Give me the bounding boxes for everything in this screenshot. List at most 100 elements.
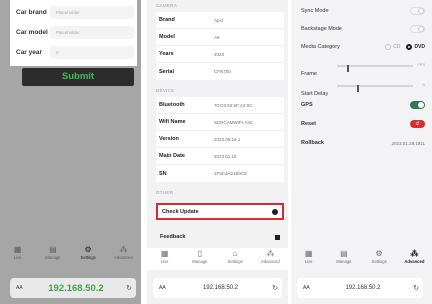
chevron-right-icon — [272, 208, 278, 215]
info-value: A9 — [214, 34, 220, 40]
tab-live[interactable]: ▦ Live — [292, 248, 326, 265]
start-delay-row: Start Delay S — [301, 82, 425, 97]
tab-bar: ▦ Live ▯ Manage ⌂ Settings ⁂ Advanced — [147, 248, 288, 270]
info-row: Model A9 — [156, 29, 284, 46]
address-bar[interactable]: AA 192.168.50.2 ↻ — [297, 278, 423, 298]
slider-handle[interactable] — [347, 65, 349, 72]
address-bar[interactable]: AA 192.168.50.2 ↻ — [153, 278, 282, 298]
tab-live[interactable]: ▦ Live — [1, 244, 35, 261]
tab-settings[interactable]: ⚙ Settings — [362, 248, 396, 265]
start-delay-unit: S — [422, 82, 425, 87]
tab-manage[interactable]: ▤ Manage — [327, 248, 361, 265]
info-value: 70:D3:92:6F:A4:0C — [214, 102, 253, 108]
address-text: 192.168.50.2 — [345, 285, 381, 291]
car-brand-label: Car brand — [16, 9, 47, 16]
arrow-right-icon — [275, 234, 280, 240]
car-brand-input[interactable]: Placeholder — [50, 6, 134, 19]
info-value: 1F9C4A21B0C8 — [214, 171, 247, 176]
info-key: Brand — [159, 17, 175, 23]
manage-icon: ▤ — [340, 249, 348, 258]
frame-row: Frame FPS — [301, 62, 425, 77]
info-value: Apxl — [214, 17, 223, 23]
live-icon: ▦ — [304, 249, 313, 258]
tab-advanced[interactable]: ⁂ Advanced — [253, 248, 287, 265]
address-text: 192.168.50.2 — [202, 285, 239, 291]
gps-toggle[interactable] — [410, 101, 425, 109]
tab-manage-label: Manage — [192, 259, 208, 264]
radio-circle-icon — [385, 44, 392, 50]
live-icon: ▦ — [160, 249, 169, 258]
tab-bar: ▦ Live ▤ Manage ⚙ Settings ⁂ Advanced — [0, 244, 141, 270]
feedback-button[interactable]: Feedback — [156, 230, 284, 244]
reload-icon[interactable]: ↻ — [409, 284, 423, 292]
tab-manage[interactable]: ▯ Manage — [183, 248, 217, 265]
reload-icon[interactable]: ↻ — [268, 284, 282, 292]
media-category-row: Media Category CD DVD — [301, 40, 425, 54]
reload-icon[interactable]: ↻ — [122, 284, 136, 292]
text-size-button[interactable]: AA — [10, 285, 30, 291]
tab-settings-label: Settings — [80, 255, 96, 260]
info-key: SN — [159, 170, 167, 177]
backstage-mode-label: Backstage Mode — [301, 26, 342, 32]
frame-unit: FPS — [417, 62, 425, 67]
car-brand-row: Car brand Placeholder — [16, 5, 134, 20]
tab-manage-label: Manage — [336, 259, 352, 264]
address-bar[interactable]: AA 192.168.50.2 ↻ — [10, 278, 136, 298]
info-value: CFN700 — [214, 69, 231, 74]
tab-live[interactable]: ▦ Live — [148, 248, 182, 265]
gps-row: GPS — [301, 98, 425, 112]
car-model-input[interactable]: Placeholder — [50, 26, 134, 39]
car-year-row: Car year 0 — [16, 45, 134, 60]
tab-live-label: Live — [13, 255, 22, 260]
rollback-row: Rollback 2023.01.28.1811 — [301, 136, 425, 150]
tab-advanced-label: Advanced — [404, 259, 425, 264]
info-row: SN 1F9C4A21B0C8 — [156, 165, 284, 182]
tab-bar: ▦ Live ▤ Manage ⚙ Settings ⁂ Advanced — [291, 248, 432, 272]
tab-advanced[interactable]: ⁂ Advanced — [106, 244, 140, 261]
check-update-button[interactable]: Check Update — [156, 203, 284, 220]
info-row: Serial CFN700 — [156, 63, 284, 80]
car-year-input[interactable]: 0 — [50, 46, 134, 59]
backstage-mode-toggle[interactable] — [410, 25, 425, 33]
section-device-header: DEVICE — [156, 88, 175, 93]
reset-label: Reset — [301, 121, 316, 127]
settings-icon: ⚙ — [375, 249, 383, 258]
tab-advanced[interactable]: ⁂ Advanced — [397, 248, 431, 265]
live-icon: ▦ — [13, 245, 22, 254]
radio-cd[interactable]: CD — [385, 44, 400, 50]
advanced-panel: Sync Mode Backstage Mode Media Category … — [291, 0, 432, 304]
radio-circle-icon — [406, 44, 413, 50]
section-camera-header: CAMERA — [156, 3, 178, 8]
settings-panel: CAMERA Brand Apxl Model A9 Years 2023 Se… — [147, 0, 288, 304]
advanced-icon: ⁂ — [119, 245, 128, 254]
reset-button[interactable]: ↺ — [410, 120, 425, 128]
section-other-header: OTHER — [156, 190, 174, 195]
tab-settings[interactable]: ⚙ Settings — [71, 244, 105, 261]
info-key: Bluetooth — [159, 102, 185, 108]
media-category-radio-group: CD DVD — [385, 44, 425, 50]
radio-dvd[interactable]: DVD — [406, 44, 425, 50]
tab-live-label: Live — [304, 259, 313, 264]
slider-handle[interactable] — [357, 85, 359, 92]
rollback-value[interactable]: 2023.01.28.1811 — [392, 141, 425, 146]
info-row: Main Date 2023.01.18 — [156, 148, 284, 165]
tab-settings-label: Settings — [371, 259, 387, 264]
frame-slider[interactable] — [337, 65, 413, 72]
text-size-button[interactable]: AA — [153, 285, 173, 291]
sync-mode-label: Sync Mode — [301, 8, 329, 14]
info-key: Version — [159, 136, 179, 142]
start-delay-slider[interactable] — [337, 85, 413, 92]
tab-live-label: Live — [160, 259, 169, 264]
tab-manage[interactable]: ▤ Manage — [36, 244, 70, 261]
tab-manage-label: Manage — [45, 255, 61, 260]
sync-mode-toggle[interactable] — [410, 7, 425, 15]
start-delay-label: Start Delay — [301, 91, 329, 97]
info-value: 2023.05.16.1 — [214, 136, 241, 142]
car-model-label: Car model — [16, 29, 48, 36]
info-row: Bluetooth 70:D3:92:6F:A4:0C — [156, 97, 284, 114]
tab-settings[interactable]: ⌂ Settings — [218, 248, 252, 265]
advanced-icon: ⁂ — [410, 249, 419, 258]
text-size-button[interactable]: AA — [297, 285, 317, 291]
submit-button[interactable]: Submit — [22, 68, 134, 86]
radio-dvd-label: DVD — [414, 44, 425, 50]
